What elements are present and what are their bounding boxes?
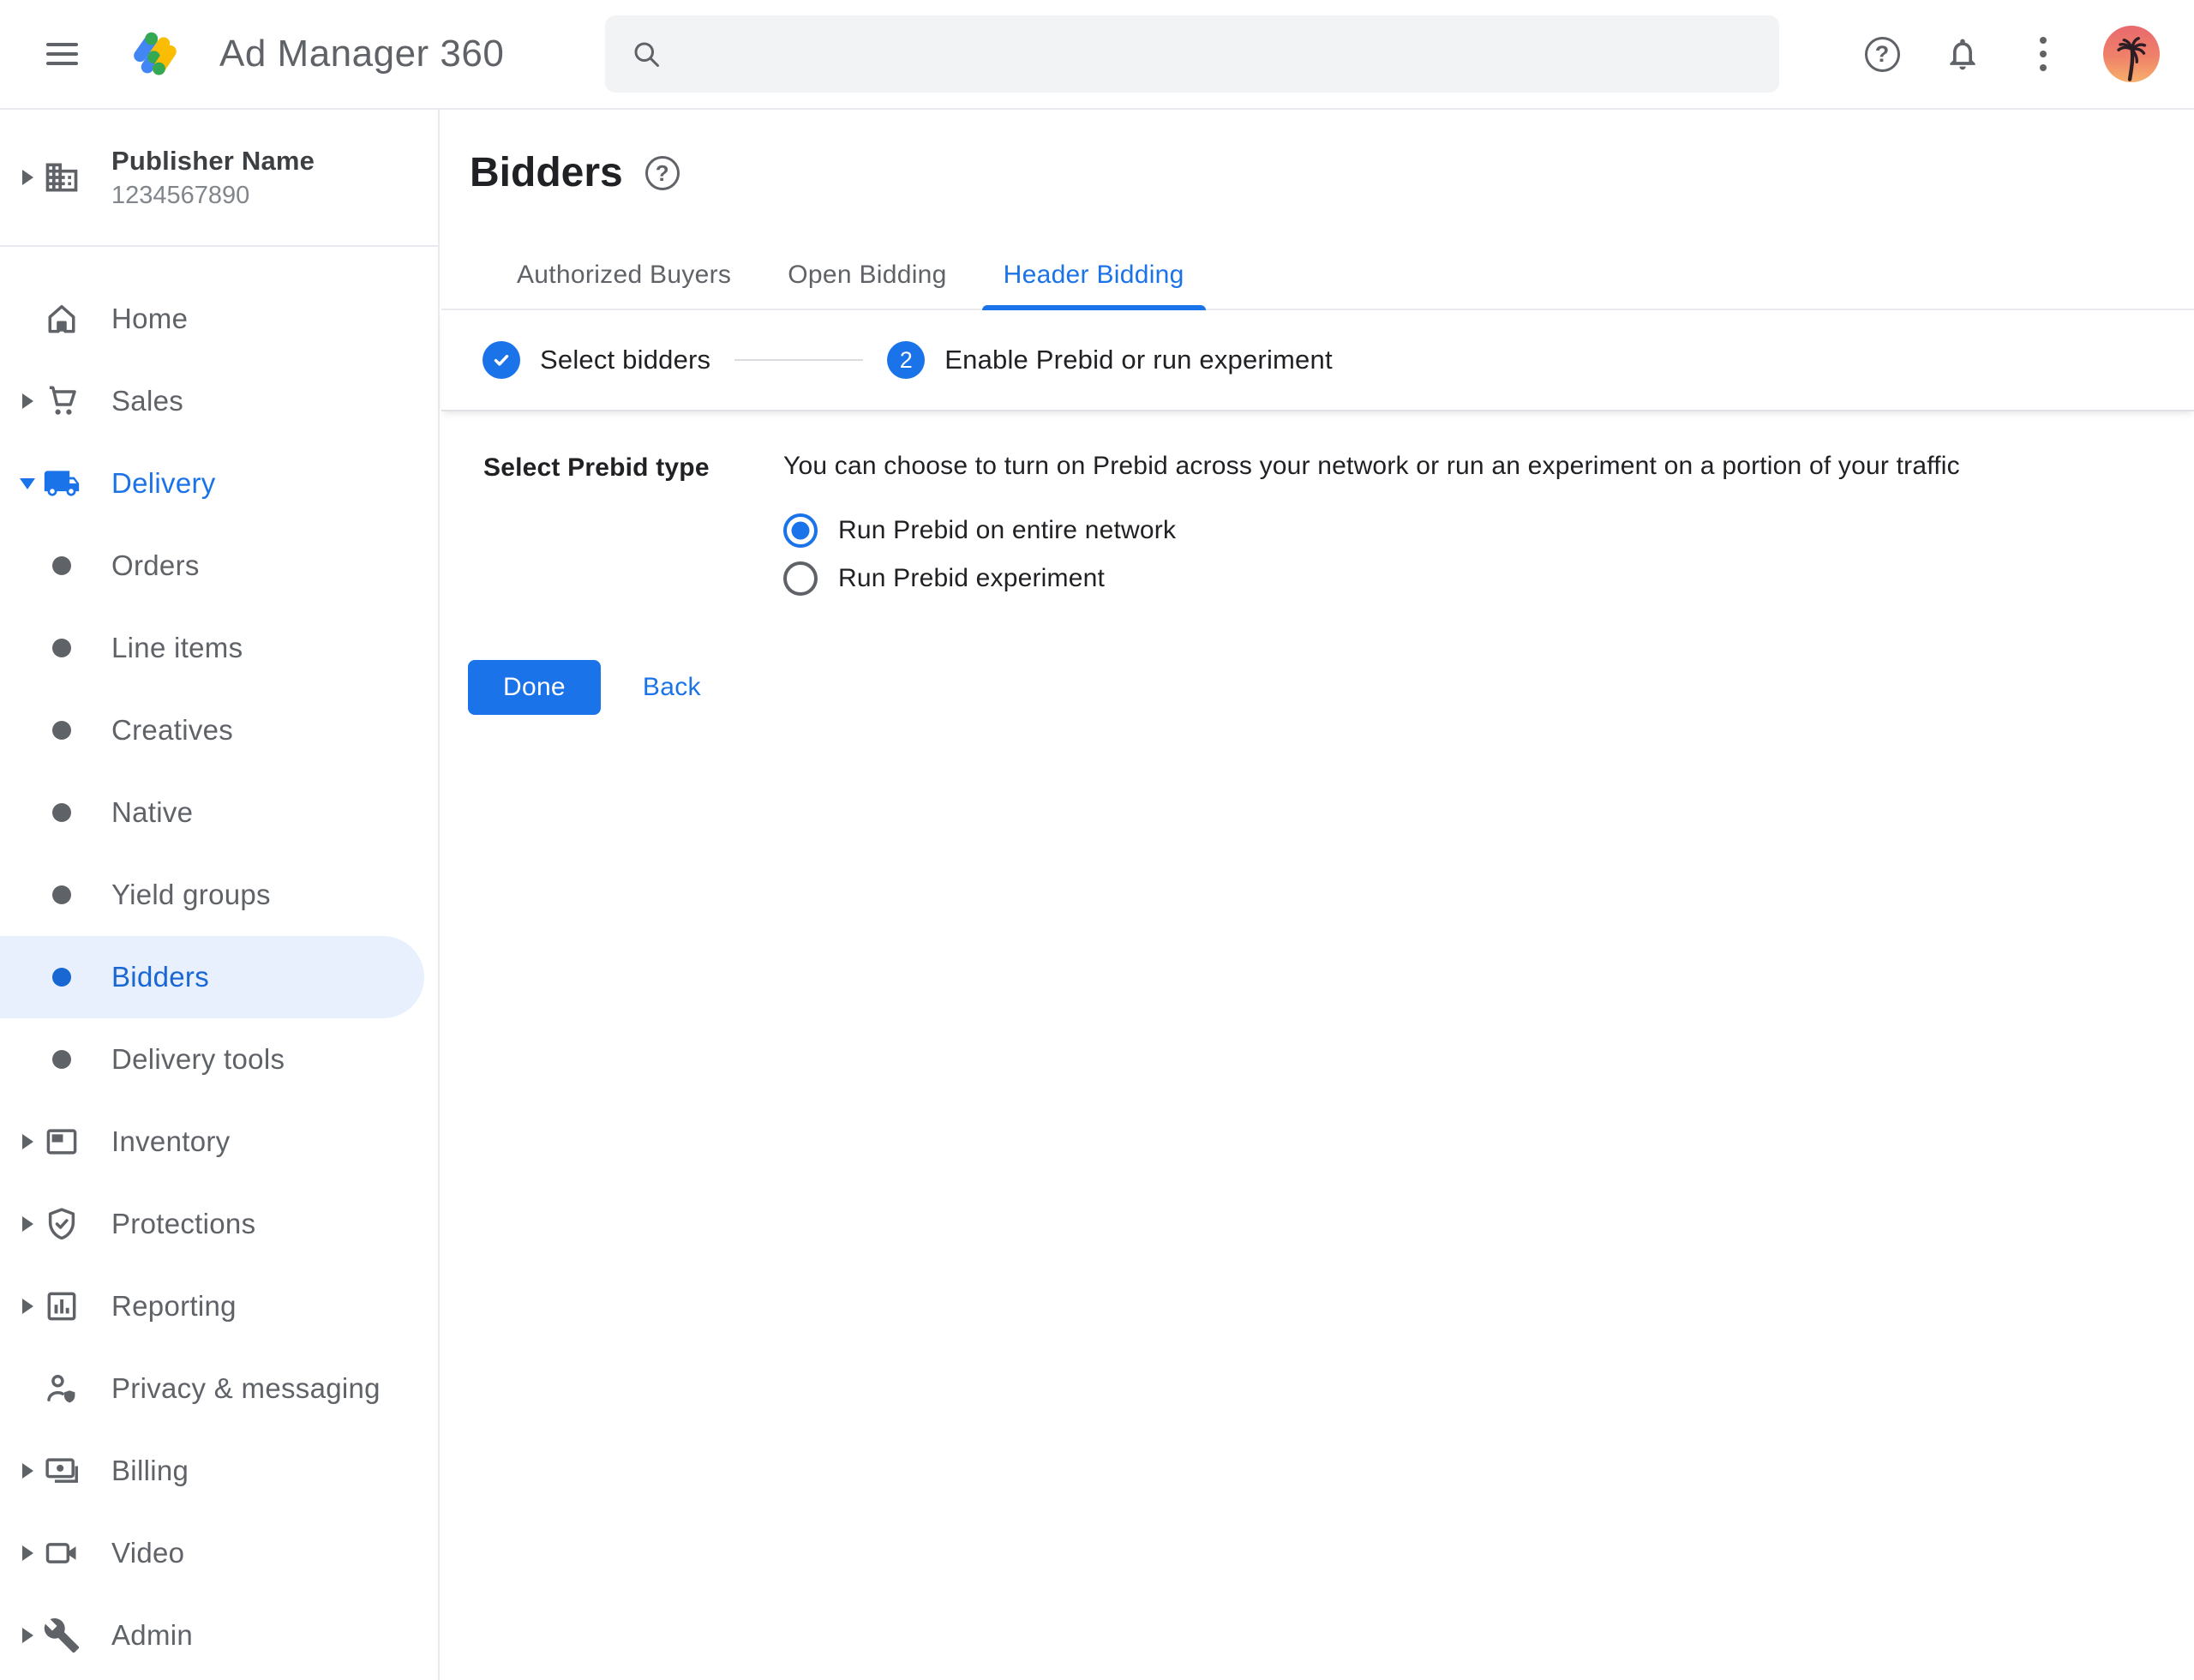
option-run-prebid-entire-network[interactable]: Run Prebid on entire network: [783, 507, 2160, 555]
search-bar[interactable]: [605, 15, 1779, 93]
collapse-arrow-icon: [20, 478, 35, 489]
step1-label[interactable]: Select bidders: [540, 345, 710, 375]
sidebar-item-delivery-tools[interactable]: Delivery tools: [0, 1018, 438, 1101]
expand-arrow-icon: [22, 1216, 33, 1232]
sidebar-item-billing[interactable]: Billing: [0, 1430, 438, 1512]
help-button[interactable]: ?: [1861, 33, 1903, 75]
radio-selected-icon[interactable]: [783, 513, 818, 548]
done-button[interactable]: Done: [468, 660, 601, 715]
tab-bar: Authorized Buyers Open Bidding Header Bi…: [441, 261, 2194, 310]
sidebar-item-home[interactable]: Home: [0, 278, 438, 360]
tab-open-bidding[interactable]: Open Bidding: [759, 261, 974, 309]
back-button[interactable]: Back: [643, 673, 701, 702]
step2-label: Enable Prebid or run experiment: [944, 345, 1333, 375]
page-help-icon[interactable]: ?: [645, 156, 680, 190]
tab-header-bidding[interactable]: Header Bidding: [975, 261, 1213, 309]
sidebar-item-creatives[interactable]: Creatives: [0, 689, 438, 771]
expand-arrow-icon: [22, 1628, 33, 1643]
sidebar-item-bidders[interactable]: Bidders: [0, 936, 424, 1018]
shield-check-icon: [43, 1205, 81, 1243]
sidebar-item-delivery[interactable]: Delivery: [0, 442, 438, 525]
bullet-icon: [52, 803, 71, 822]
notifications-button[interactable]: [1942, 33, 1983, 75]
cart-icon: [43, 382, 81, 420]
expand-arrow-icon: [22, 170, 33, 185]
bullet-icon: [52, 639, 71, 657]
more-options-button[interactable]: [2023, 33, 2064, 75]
ad-manager-logo-icon: [130, 21, 195, 87]
step1-completed-icon: [483, 341, 520, 379]
sidebar-item-orders[interactable]: Orders: [0, 525, 438, 607]
sidebar: Publisher Name 1234567890 Home: [0, 110, 440, 1680]
videocam-icon: [43, 1534, 81, 1572]
expand-arrow-icon: [22, 393, 33, 409]
expand-arrow-icon: [22, 1463, 33, 1479]
expand-arrow-icon: [22, 1545, 33, 1561]
radio-group: Run Prebid on entire network Run Prebid …: [783, 507, 2160, 603]
publisher-switcher[interactable]: Publisher Name 1234567890: [0, 110, 438, 247]
page-title: Bidders: [470, 149, 623, 197]
field-description: You can choose to turn on Prebid across …: [783, 452, 2160, 481]
step2-number: 2: [887, 341, 925, 379]
palm-tree-silhouette: [2107, 31, 2156, 82]
bullet-icon: [52, 556, 71, 575]
bullet-icon: [52, 968, 71, 987]
banknote-icon: [43, 1452, 81, 1490]
vertical-dots-icon: [2040, 37, 2047, 71]
expand-arrow-icon: [22, 1134, 33, 1149]
option-run-prebid-experiment[interactable]: Run Prebid experiment: [783, 555, 2160, 603]
building-icon: [43, 159, 81, 196]
inventory-icon: [43, 1123, 81, 1161]
prebid-type-section: Select Prebid type You can choose to tur…: [441, 411, 2194, 603]
sidebar-item-line-items[interactable]: Line items: [0, 607, 438, 689]
bell-icon: [1944, 35, 1981, 73]
sidebar-item-inventory[interactable]: Inventory: [0, 1101, 438, 1183]
bar-chart-icon: [43, 1287, 81, 1325]
sidebar-item-protections[interactable]: Protections: [0, 1183, 438, 1265]
bullet-icon: [52, 885, 71, 904]
tab-authorized-buyers[interactable]: Authorized Buyers: [489, 261, 759, 309]
help-icon: ?: [1865, 37, 1900, 72]
brand-title: Ad Manager 360: [219, 33, 504, 75]
radio-unselected-icon[interactable]: [783, 561, 818, 596]
publisher-id: 1234567890: [111, 182, 315, 210]
sidebar-item-sales[interactable]: Sales: [0, 360, 438, 442]
field-label: Select Prebid type: [483, 452, 783, 603]
sidebar-item-reporting[interactable]: Reporting: [0, 1265, 438, 1347]
sidebar-item-video[interactable]: Video: [0, 1512, 438, 1594]
sidebar-item-admin[interactable]: Admin: [0, 1594, 438, 1677]
home-icon: [43, 300, 81, 338]
sidebar-item-privacy-messaging[interactable]: Privacy & messaging: [0, 1347, 438, 1430]
app-bar: Ad Manager 360 ?: [0, 0, 2194, 110]
truck-icon: [43, 464, 81, 503]
main-content: Bidders ? Authorized Buyers Open Bidding…: [441, 110, 2194, 1680]
person-shield-icon: [43, 1370, 81, 1407]
search-input[interactable]: [682, 39, 1753, 70]
publisher-name: Publisher Name: [111, 146, 315, 177]
check-icon: [490, 349, 513, 371]
step-connector: [734, 359, 863, 361]
sidebar-item-native[interactable]: Native: [0, 771, 438, 854]
bullet-icon: [52, 721, 71, 740]
sidebar-item-yield-groups[interactable]: Yield groups: [0, 854, 438, 936]
wrench-icon: [43, 1617, 81, 1654]
bullet-icon: [52, 1050, 71, 1069]
expand-arrow-icon: [22, 1299, 33, 1314]
account-avatar[interactable]: [2103, 26, 2160, 82]
stepper: Select bidders 2 Enable Prebid or run ex…: [441, 310, 2194, 411]
search-icon: [631, 39, 662, 69]
hamburger-menu-icon[interactable]: [46, 35, 84, 73]
